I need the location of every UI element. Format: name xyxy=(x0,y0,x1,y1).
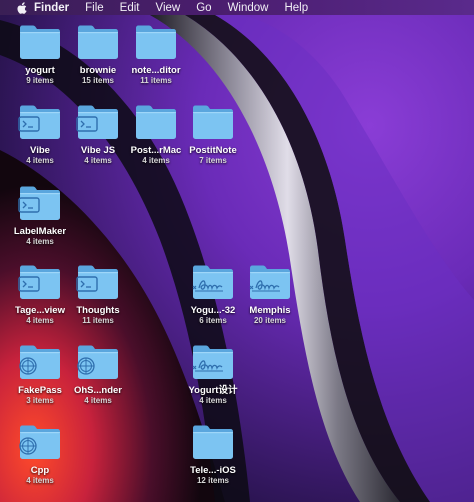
folder-name: LabelMaker xyxy=(13,226,67,237)
folder-item-count: 15 items xyxy=(81,76,115,85)
folder-icon xyxy=(191,264,235,300)
folder-icon xyxy=(18,264,62,300)
desktop-folder-tele-ios[interactable]: Tele...-iOS 12 items xyxy=(183,424,243,486)
folder-name: Vibe xyxy=(30,145,50,156)
desktop-folder-vibe-js[interactable]: Vibe JS 4 items xyxy=(68,104,128,166)
desktop-folder-tage-view[interactable]: Tage...view 4 items xyxy=(10,264,70,326)
desktop-folder-fakepass[interactable]: FakePass 3 items xyxy=(10,344,70,406)
terminal-icon xyxy=(76,116,120,140)
folder-icon xyxy=(191,424,235,460)
folder-name: brownie xyxy=(79,65,117,76)
folder-name: FakePass xyxy=(18,385,62,396)
desktop-folder-note-ditor[interactable]: note...ditor 11 items xyxy=(126,24,186,86)
folder-item-count: 4 items xyxy=(26,476,54,485)
folder-name: Yogurt设计 xyxy=(188,385,238,396)
desktop-folder-post-rmac[interactable]: Post...rMac 4 items xyxy=(126,104,186,166)
folder-item-count: 6 items xyxy=(199,316,227,325)
folder-icon xyxy=(76,104,120,140)
menu-bar: Finder File Edit View Go Window Help xyxy=(0,0,474,15)
desktop-folder-memphis[interactable]: Memphis 20 items xyxy=(240,264,300,326)
folder-icon xyxy=(18,185,62,221)
folder-icon xyxy=(18,104,62,140)
folder-name: Yogu...-32 xyxy=(190,305,236,316)
folder-name: OhS...nder xyxy=(73,385,123,396)
folder-icon xyxy=(134,104,178,140)
desktop-folder-yogu-32[interactable]: Yogu...-32 6 items xyxy=(183,264,243,326)
signature-icon xyxy=(191,276,235,300)
menu-window[interactable]: Window xyxy=(228,2,269,14)
signature-icon xyxy=(248,276,292,300)
desktop-folder-thoughts[interactable]: Thoughts 11 items xyxy=(68,264,128,326)
folder-item-count: 11 items xyxy=(82,316,114,325)
app-globe-icon xyxy=(18,436,62,460)
apple-icon[interactable] xyxy=(10,1,34,14)
folder-icon xyxy=(76,24,120,60)
folder-name: Vibe JS xyxy=(80,145,116,156)
folder-icon xyxy=(191,104,235,140)
desktop-folder-postitnote[interactable]: PostitNote 7 items xyxy=(183,104,243,166)
folder-item-count: 4 items xyxy=(199,396,227,405)
folder-name: Tele...-iOS xyxy=(190,465,236,476)
folder-name: Cpp xyxy=(30,465,50,476)
folder-name: PostitNote xyxy=(189,145,237,156)
folder-item-count: 12 items xyxy=(196,476,230,485)
folder-icon xyxy=(18,344,62,380)
folder-item-count: 4 items xyxy=(26,156,54,165)
folder-item-count: 20 items xyxy=(253,316,287,325)
menu-file[interactable]: File xyxy=(85,2,104,14)
folder-item-count: 4 items xyxy=(84,156,112,165)
desktop-folder-cpp[interactable]: Cpp 4 items xyxy=(10,424,70,486)
folder-icon xyxy=(18,424,62,460)
desktop-folder-brownie[interactable]: brownie 15 items xyxy=(68,24,128,86)
desktop-folder-vibe[interactable]: Vibe 4 items xyxy=(10,104,70,166)
menu-finder[interactable]: Finder xyxy=(34,2,69,14)
folder-item-count: 4 items xyxy=(142,156,170,165)
terminal-icon xyxy=(18,276,62,300)
folder-item-count: 11 items xyxy=(140,76,172,85)
desktop-folder-labelmaker[interactable]: LabelMaker 4 items xyxy=(10,185,70,247)
folder-icon xyxy=(18,24,62,60)
menu-help[interactable]: Help xyxy=(284,2,308,14)
desktop-folder-yogurt[interactable]: Yogurt设计 4 items xyxy=(183,344,243,406)
folder-icon xyxy=(76,344,120,380)
folder-icon xyxy=(248,264,292,300)
folder-icon xyxy=(76,264,120,300)
terminal-icon xyxy=(76,276,120,300)
folder-name: note...ditor xyxy=(131,65,181,76)
menu-view[interactable]: View xyxy=(156,2,181,14)
desktop-folder-yogurt[interactable]: yogurt 9 items xyxy=(10,24,70,86)
folder-name: yogurt xyxy=(25,65,55,76)
folder-item-count: 4 items xyxy=(84,396,112,405)
terminal-icon xyxy=(18,197,62,221)
app-globe-icon xyxy=(76,356,120,380)
folder-item-count: 4 items xyxy=(26,237,54,246)
folder-icon xyxy=(134,24,178,60)
app-globe-icon xyxy=(18,356,62,380)
folder-item-count: 7 items xyxy=(199,156,227,165)
desktop-folder-ohs-nder[interactable]: OhS...nder 4 items xyxy=(68,344,128,406)
menu-edit[interactable]: Edit xyxy=(120,2,140,14)
signature-icon xyxy=(191,356,235,380)
menu-go[interactable]: Go xyxy=(196,2,211,14)
folder-name: Memphis xyxy=(249,305,291,316)
folder-item-count: 4 items xyxy=(26,316,54,325)
folder-name: Post...rMac xyxy=(130,145,182,156)
terminal-icon xyxy=(18,116,62,140)
folder-item-count: 9 items xyxy=(26,76,54,85)
folder-item-count: 3 items xyxy=(26,396,54,405)
folder-name: Tage...view xyxy=(15,305,65,316)
folder-icon xyxy=(191,344,235,380)
folder-name: Thoughts xyxy=(76,305,120,316)
